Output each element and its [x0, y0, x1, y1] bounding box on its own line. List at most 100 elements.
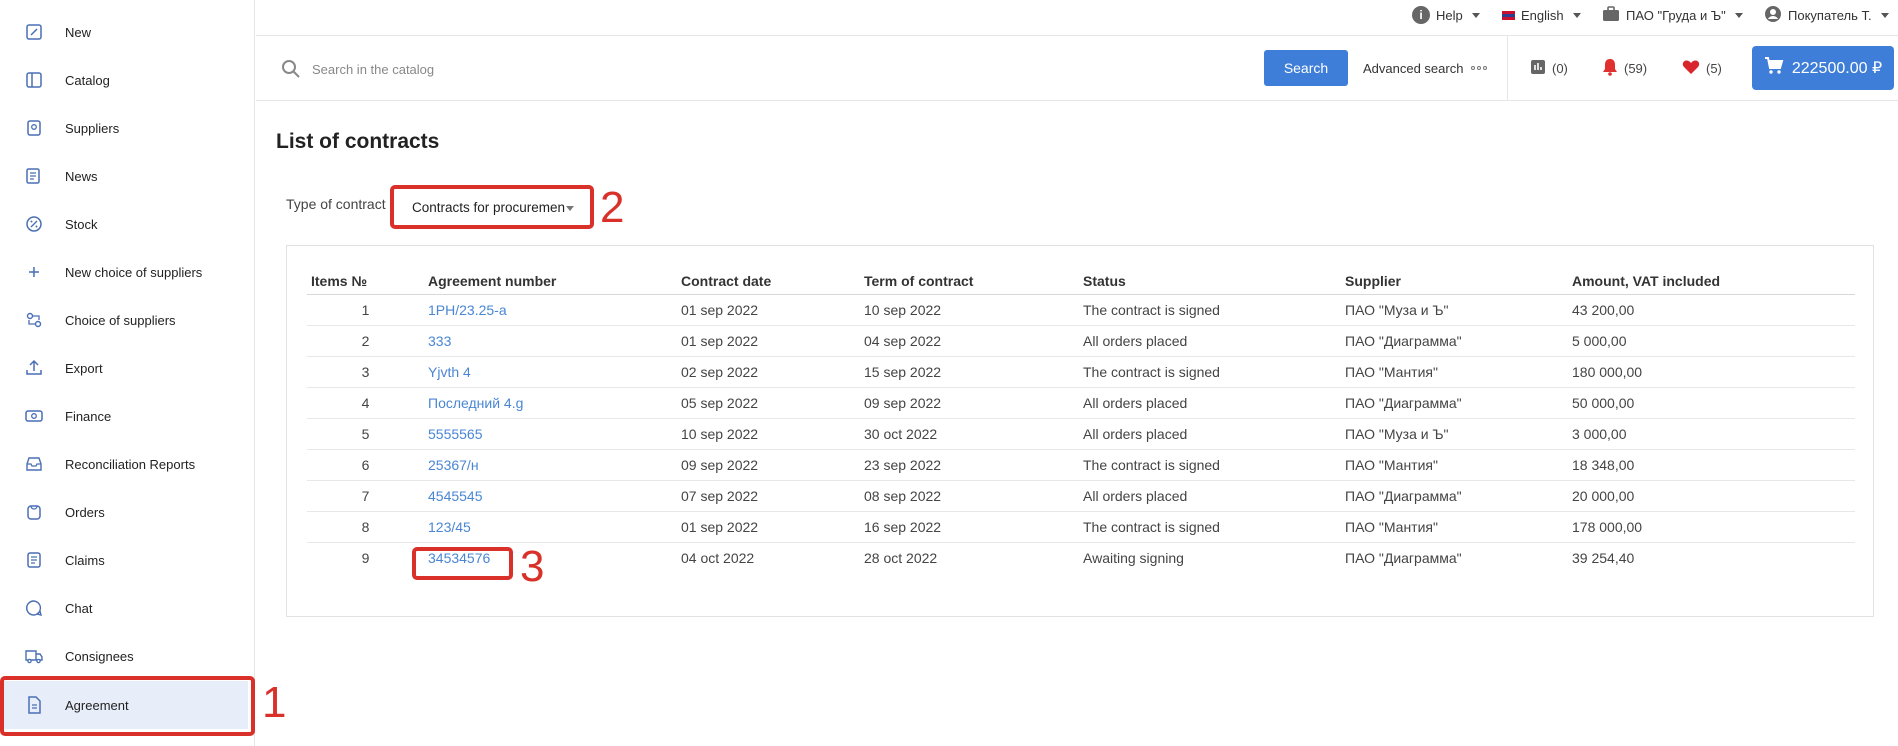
agreement-link[interactable]: Последний 4.g [428, 395, 523, 411]
sidebar-item-new[interactable]: New [0, 8, 255, 56]
language-menu[interactable]: English [1502, 0, 1581, 30]
finance-icon [24, 406, 44, 426]
row-number: 2 [307, 325, 424, 357]
contract-term: 15 sep 2022 [860, 356, 1079, 388]
sidebar-item-label: Catalog [65, 72, 110, 88]
contract-term: 09 sep 2022 [860, 387, 1079, 419]
table-row: 8 123/45 01 sep 2022 16 sep 2022 The con… [307, 511, 1855, 543]
agreement-link[interactable]: 4545545 [428, 488, 483, 504]
sidebar-item-new-choice-of-suppliers[interactable]: New choice of suppliers [0, 248, 255, 296]
contract-status: Awaiting signing [1083, 549, 1184, 566]
row-number: 5 [307, 418, 424, 450]
contract-date: 10 sep 2022 [677, 418, 860, 450]
contract-status: All orders placed [1079, 418, 1341, 450]
sidebar-item-stock[interactable]: Stock [0, 200, 255, 248]
contract-term: 16 sep 2022 [860, 511, 1079, 543]
help-menu[interactable]: i Help [1412, 0, 1480, 30]
sidebar-item-finance[interactable]: Finance [0, 392, 255, 440]
compare-counter[interactable]: (0) [1530, 50, 1568, 86]
supplier-name: ПАО "Диаграмма" [1341, 480, 1568, 512]
contract-term: 30 oct 2022 [860, 418, 1079, 450]
contract-status: All orders placed [1079, 480, 1341, 512]
agreement-link[interactable]: 5555565 [428, 426, 483, 442]
contract-date: 09 sep 2022 [677, 449, 860, 481]
supplier-name: ПАО "Диаграмма" [1341, 325, 1568, 357]
sidebar-item-chat[interactable]: Chat [0, 584, 255, 632]
compare-count: (0) [1552, 60, 1568, 76]
column-header: Contract date [677, 268, 860, 295]
search-button[interactable]: Search [1264, 50, 1348, 86]
agreement-link[interactable]: 25367/н [428, 457, 479, 473]
contract-term: 23 sep 2022 [860, 449, 1079, 481]
supplier-name: ПАО "Мантия" [1341, 511, 1568, 543]
sidebar-item-export[interactable]: Export [0, 344, 255, 392]
sidebar-item-news[interactable]: News [0, 152, 255, 200]
contract-amount: 180 000,00 [1568, 356, 1855, 388]
company-label: ПАО "Груда и Ъ" [1626, 7, 1726, 23]
sidebar-item-label: Suppliers [65, 120, 120, 136]
orders-icon [24, 502, 44, 522]
notifications-counter[interactable]: (59) [1602, 50, 1647, 86]
info-icon: i [1412, 6, 1430, 24]
column-header: Supplier [1341, 268, 1568, 295]
contract-date: 05 sep 2022 [677, 387, 860, 419]
contract-date: 04 oct 2022 [681, 549, 755, 566]
favorites-counter[interactable]: (5) [1682, 50, 1722, 86]
cart-amount: 222500.00 ₽ [1791, 60, 1883, 77]
annotation-number-1: 1 [262, 678, 287, 727]
column-header: Agreement number [424, 268, 677, 295]
claims-icon [24, 550, 44, 570]
agreement-link[interactable]: Yjvth 4 [428, 364, 471, 380]
contract-status: The contract is signed [1079, 294, 1341, 326]
column-header: Items № [307, 268, 424, 295]
search-icon [282, 60, 300, 78]
contract-term: 08 sep 2022 [860, 480, 1079, 512]
table-row: 3 Yjvth 4 02 sep 2022 15 sep 2022 The co… [307, 356, 1855, 388]
more-dots-icon [1471, 66, 1488, 70]
sidebar-item-orders[interactable]: Orders [0, 488, 255, 536]
user-menu[interactable]: Покупатель Т. [1764, 0, 1889, 30]
row-number: 8 [307, 511, 424, 543]
sidebar-item-label: New choice of suppliers [65, 264, 203, 280]
contract-status: All orders placed [1079, 387, 1341, 419]
help-label: Help [1436, 7, 1463, 23]
truck-icon [24, 646, 44, 666]
cart-button[interactable]: 222500.00 ₽ [1752, 46, 1894, 90]
table-row: 6 25367/н 09 sep 2022 23 sep 2022 The co… [307, 449, 1855, 481]
chat-icon [24, 598, 44, 618]
sidebar-item-catalog[interactable]: Catalog [0, 56, 255, 104]
contract-amount: 43 200,00 [1568, 294, 1855, 326]
agreement-link[interactable]: 123/45 [428, 519, 471, 535]
language-label: English [1521, 7, 1564, 23]
contract-amount: 178 000,00 [1568, 511, 1855, 543]
table-row: 2 333 01 sep 2022 04 sep 2022 All orders… [307, 325, 1855, 357]
sidebar-item-consignees[interactable]: Consignees [0, 632, 255, 680]
chevron-down-icon [1734, 12, 1743, 18]
contract-amount: 39 254,40 [1572, 549, 1635, 566]
annotation-box-2 [390, 185, 594, 229]
search-bar: Search Advanced search (0) (59) (5) 2225… [256, 36, 1898, 101]
contract-term: 10 sep 2022 [860, 294, 1079, 326]
user-label: Покупатель Т. [1788, 7, 1872, 23]
sidebar-item-reconciliation-reports[interactable]: Reconciliation Reports [0, 440, 255, 488]
contract-status: The contract is signed [1079, 449, 1341, 481]
sidebar-item-choice-of-suppliers[interactable]: Choice of suppliers [0, 296, 255, 344]
supplier-name: ПАО "Мантия" [1341, 449, 1568, 481]
row-number: 7 [307, 480, 424, 512]
sidebar-item-suppliers[interactable]: Suppliers [0, 104, 255, 152]
search-input[interactable] [312, 54, 1012, 84]
agreement-link[interactable]: 1РН/23.25-а [428, 302, 507, 318]
advanced-search-link[interactable]: Advanced search [1363, 50, 1488, 86]
agreement-link[interactable]: 333 [428, 333, 451, 349]
contract-amount: 3 000,00 [1568, 418, 1855, 450]
chevron-down-icon [1880, 12, 1889, 18]
sidebar-item-claims[interactable]: Claims [0, 536, 255, 584]
contract-amount: 18 348,00 [1568, 449, 1855, 481]
sidebar-item-label: Claims [65, 552, 105, 568]
contract-amount: 20 000,00 [1568, 480, 1855, 512]
uk-flag-icon [1502, 10, 1515, 20]
export-icon [24, 358, 44, 378]
table-row: 7 4545545 07 sep 2022 08 sep 2022 All or… [307, 480, 1855, 512]
company-menu[interactable]: ПАО "Груда и Ъ" [1602, 0, 1743, 30]
contract-date: 01 sep 2022 [677, 511, 860, 543]
